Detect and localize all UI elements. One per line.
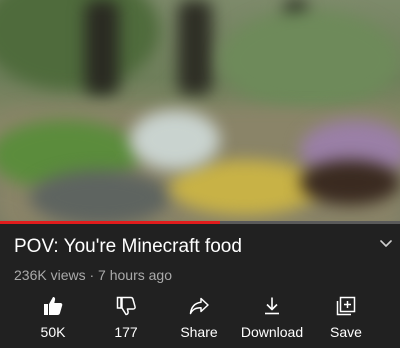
share-label: Share [180, 324, 218, 340]
dislike-button[interactable]: 177 [106, 292, 146, 344]
download-button[interactable]: Download [238, 292, 306, 344]
thumbs-down-icon [116, 296, 136, 316]
save-label: Save [330, 324, 362, 340]
video-frame-dark-object [300, 160, 400, 205]
video-progress-bar[interactable] [0, 221, 400, 224]
download-icon [265, 297, 279, 315]
video-title[interactable]: POV: You're Minecraft food [14, 234, 354, 260]
like-count: 50K [40, 324, 66, 340]
video-progress-played [0, 221, 220, 224]
video-frame-tree-trunk [178, 0, 212, 95]
video-frame-foliage [220, 10, 400, 110]
download-label: Download [240, 324, 304, 340]
share-icon [189, 297, 209, 315]
view-count: 236K views [14, 267, 86, 283]
video-frame-foliage [0, 0, 160, 90]
save-to-playlist-icon [336, 296, 356, 316]
dislike-count: 177 [114, 324, 138, 340]
upload-age: 7 hours ago [98, 267, 172, 283]
video-frame-rock [30, 170, 170, 223]
like-button[interactable]: 50K [32, 292, 74, 344]
video-frame-yellow-object [170, 160, 320, 215]
video-meta[interactable]: 236K views · 7 hours ago [14, 266, 172, 284]
video-watch-page: POV: You're Minecraft food 236K views · … [0, 0, 400, 348]
video-action-bar: 50K 177 Share Download Save [0, 292, 400, 348]
save-button[interactable]: Save [326, 292, 366, 344]
video-frame-tree-trunk [85, 0, 119, 95]
share-button[interactable]: Share [176, 292, 222, 344]
video-frame-light-object [130, 110, 220, 170]
thumbs-up-icon [44, 297, 63, 315]
meta-separator: · [89, 267, 95, 283]
chevron-down-icon[interactable] [378, 236, 394, 252]
video-player[interactable] [0, 0, 400, 223]
